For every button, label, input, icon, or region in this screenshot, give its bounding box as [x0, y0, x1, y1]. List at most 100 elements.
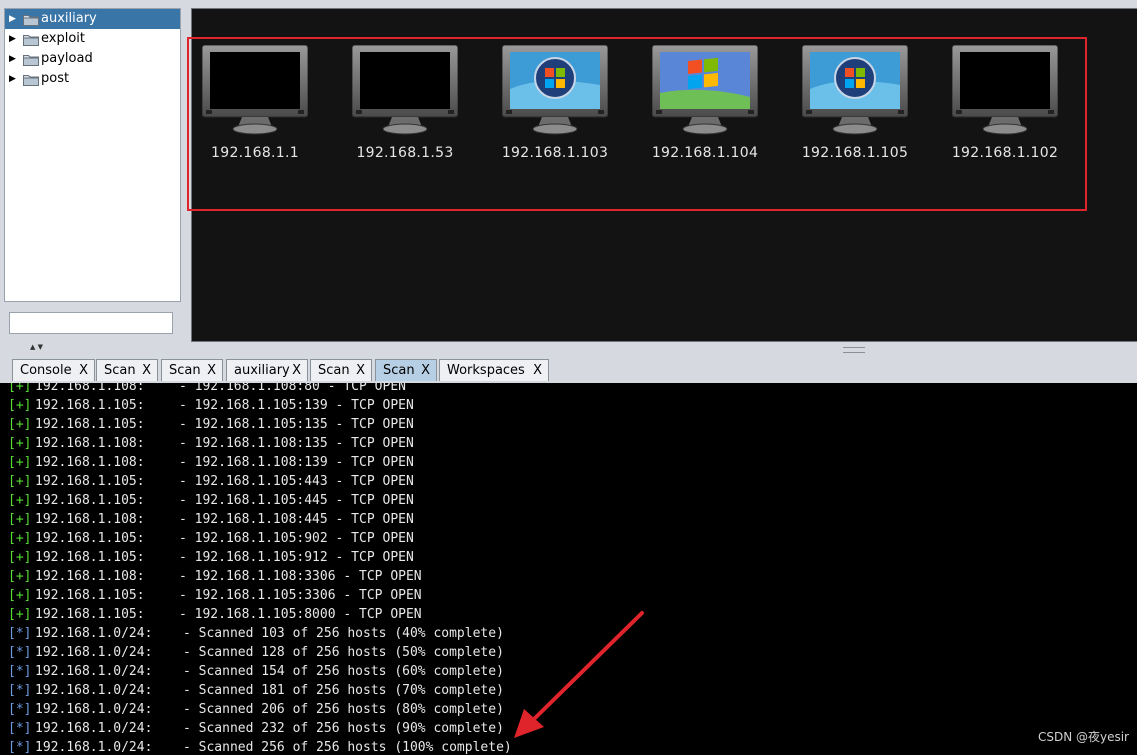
close-tab-icon[interactable]: X [207, 360, 216, 382]
tab-label: Scan [383, 363, 415, 378]
close-tab-icon[interactable]: X [421, 360, 430, 382]
console-line-detail: - 192.168.1.105:8000 - TCP OPEN [179, 607, 422, 622]
console-line-detail: - 192.168.1.105:443 - TCP OPEN [179, 474, 414, 489]
console-line-host: 192.168.1.0/24: [35, 721, 153, 736]
console-line-prefix: [+] [8, 493, 32, 508]
expand-arrow-icon[interactable]: ▶ [9, 9, 19, 29]
console-line-host: 192.168.1.108: [35, 383, 145, 394]
console-line-host: 192.168.1.108: [35, 455, 145, 470]
host-item[interactable]: 192.168.1.53 [352, 45, 458, 165]
close-tab-icon[interactable]: X [142, 360, 151, 382]
console-line-detail: - Scanned 206 of 256 hosts (80% complete… [183, 702, 504, 717]
host-ip-label: 192.168.1.103 [501, 145, 609, 161]
tree-item-label: auxiliary [41, 11, 97, 26]
tab-scan[interactable]: Scan X [375, 359, 437, 381]
console-line-detail: - 192.168.1.105:912 - TCP OPEN [179, 550, 414, 565]
console-line-detail: - 192.168.1.108:80 - TCP OPEN [179, 383, 406, 394]
host-item[interactable]: 192.168.1.105 [802, 45, 908, 165]
console-line: [*] 192.168.1.0/24: - Scanned 181 of 256 h… [8, 681, 504, 700]
monitor-icon [802, 45, 908, 135]
console-line: [*] 192.168.1.0/24: - Scanned 154 of 256 h… [8, 662, 504, 681]
console-line-host: 192.168.1.108: [35, 569, 145, 584]
console-line-prefix: [+] [8, 474, 32, 489]
console-line: [+] 192.168.1.108: - 192.168.1.108:80 - TC… [8, 383, 406, 396]
console-line-host: 192.168.1.0/24: [35, 664, 153, 679]
console-line-prefix: [+] [8, 455, 32, 470]
console-line-host: 192.168.1.105: [35, 550, 145, 565]
tree-item-label: payload [41, 51, 93, 66]
console-line: [*] 192.168.1.0/24: - Scanned 256 of 256 h… [8, 738, 512, 755]
tab-scan[interactable]: Scan X [161, 359, 223, 381]
console-line-host: 192.168.1.105: [35, 493, 145, 508]
console-line: [+] 192.168.1.105: - 192.168.1.105:8000 - … [8, 605, 422, 624]
close-tab-icon[interactable]: X [292, 360, 301, 382]
console-line: [+] 192.168.1.105: - 192.168.1.105:445 - T… [8, 491, 414, 510]
tab-label: auxiliary [234, 363, 290, 378]
console-line-host: 192.168.1.0/24: [35, 702, 153, 717]
tab-label: Scan [104, 363, 136, 378]
module-search-input[interactable] [9, 312, 173, 334]
console-line-prefix: [+] [8, 550, 32, 565]
console-line-prefix: [+] [8, 383, 32, 394]
tab-auxiliary[interactable]: auxiliary X [226, 359, 308, 381]
close-tab-icon[interactable]: X [79, 360, 88, 382]
console-line-host: 192.168.1.0/24: [35, 683, 153, 698]
tree-item-auxiliary[interactable]: ▶ auxiliary [5, 9, 180, 29]
console-line-detail: - 192.168.1.108:445 - TCP OPEN [179, 512, 414, 527]
console-line-prefix: [*] [8, 645, 32, 660]
host-item[interactable]: 192.168.1.103 [502, 45, 608, 165]
expand-arrow-icon[interactable]: ▶ [9, 29, 19, 49]
console-line-prefix: [+] [8, 569, 32, 584]
tab-scan[interactable]: Scan X [96, 359, 158, 381]
tab-console[interactable]: Console X [12, 359, 95, 381]
tab-workspaces[interactable]: Workspaces X [439, 359, 549, 381]
console-line-detail: - Scanned 154 of 256 hosts (60% complete… [183, 664, 504, 679]
tree-item-payload[interactable]: ▶ payload [5, 49, 180, 69]
console-line: [+] 192.168.1.105: - 192.168.1.105:3306 - … [8, 586, 422, 605]
tab-label: Scan [169, 363, 201, 378]
console-line: [+] 192.168.1.108: - 192.168.1.108:3306 - … [8, 567, 422, 586]
splitter-handle[interactable] [843, 347, 865, 353]
console-line: [+] 192.168.1.108: - 192.168.1.108:139 - T… [8, 453, 414, 472]
console-line-detail: - 192.168.1.105:139 - TCP OPEN [179, 398, 414, 413]
tab-label: Console [20, 363, 72, 378]
console-line: [+] 192.168.1.105: - 192.168.1.105:443 - T… [8, 472, 414, 491]
console-line-detail: - 192.168.1.108:135 - TCP OPEN [179, 436, 414, 451]
console-line-prefix: [+] [8, 398, 32, 413]
expand-arrow-icon[interactable]: ▶ [9, 69, 19, 89]
console-line-host: 192.168.1.108: [35, 512, 145, 527]
console-line-detail: - Scanned 256 of 256 hosts (100% complet… [183, 740, 512, 755]
expand-arrow-icon[interactable]: ▶ [9, 49, 19, 69]
console-line-prefix: [+] [8, 436, 32, 451]
host-item[interactable]: 192.168.1.102 [952, 45, 1058, 165]
console-line-host: 192.168.1.105: [35, 607, 145, 622]
tree-item-exploit[interactable]: ▶ exploit [5, 29, 180, 49]
host-ip-label: 192.168.1.53 [356, 145, 454, 161]
tree-item-label: exploit [41, 31, 85, 46]
console-line-prefix: [*] [8, 702, 32, 717]
console-line-detail: - 192.168.1.105:3306 - TCP OPEN [179, 588, 422, 603]
close-tab-icon[interactable]: X [533, 360, 542, 382]
console-line-detail: - 192.168.1.105:135 - TCP OPEN [179, 417, 414, 432]
console-line-host: 192.168.1.105: [35, 531, 145, 546]
collapse-arrows-icon[interactable]: ▲ ▼ [30, 343, 43, 351]
close-tab-icon[interactable]: X [356, 360, 365, 382]
host-ip-label: 192.168.1.102 [951, 145, 1059, 161]
console-line: [*] 192.168.1.0/24: - Scanned 206 of 256 h… [8, 700, 504, 719]
module-tree[interactable]: ▶ auxiliary ▶ exploit ▶ payload ▶ post [4, 8, 181, 302]
host-ip-label: 192.168.1.105 [801, 145, 909, 161]
monitor-icon [952, 45, 1058, 135]
console-line-detail: - Scanned 232 of 256 hosts (90% complete… [183, 721, 504, 736]
console-line-prefix: [+] [8, 531, 32, 546]
tree-item-post[interactable]: ▶ post [5, 69, 180, 89]
tab-bar: Console X Scan X Scan Xauxiliary X Scan X Scan X Wo… [0, 354, 1137, 384]
host-item[interactable]: 192.168.1.1 [202, 45, 308, 165]
console-line-detail: - 192.168.1.105:902 - TCP OPEN [179, 531, 414, 546]
tab-scan[interactable]: Scan X [310, 359, 372, 381]
console-line-prefix: [*] [8, 664, 32, 679]
host-item[interactable]: 192.168.1.104 [652, 45, 758, 165]
console-line-detail: - 192.168.1.108:139 - TCP OPEN [179, 455, 414, 470]
console-line: [+] 192.168.1.108: - 192.168.1.108:135 - T… [8, 434, 414, 453]
console-line: [+] 192.168.1.105: - 192.168.1.105:135 - T… [8, 415, 414, 434]
console-line-detail: - 192.168.1.108:3306 - TCP OPEN [179, 569, 422, 584]
